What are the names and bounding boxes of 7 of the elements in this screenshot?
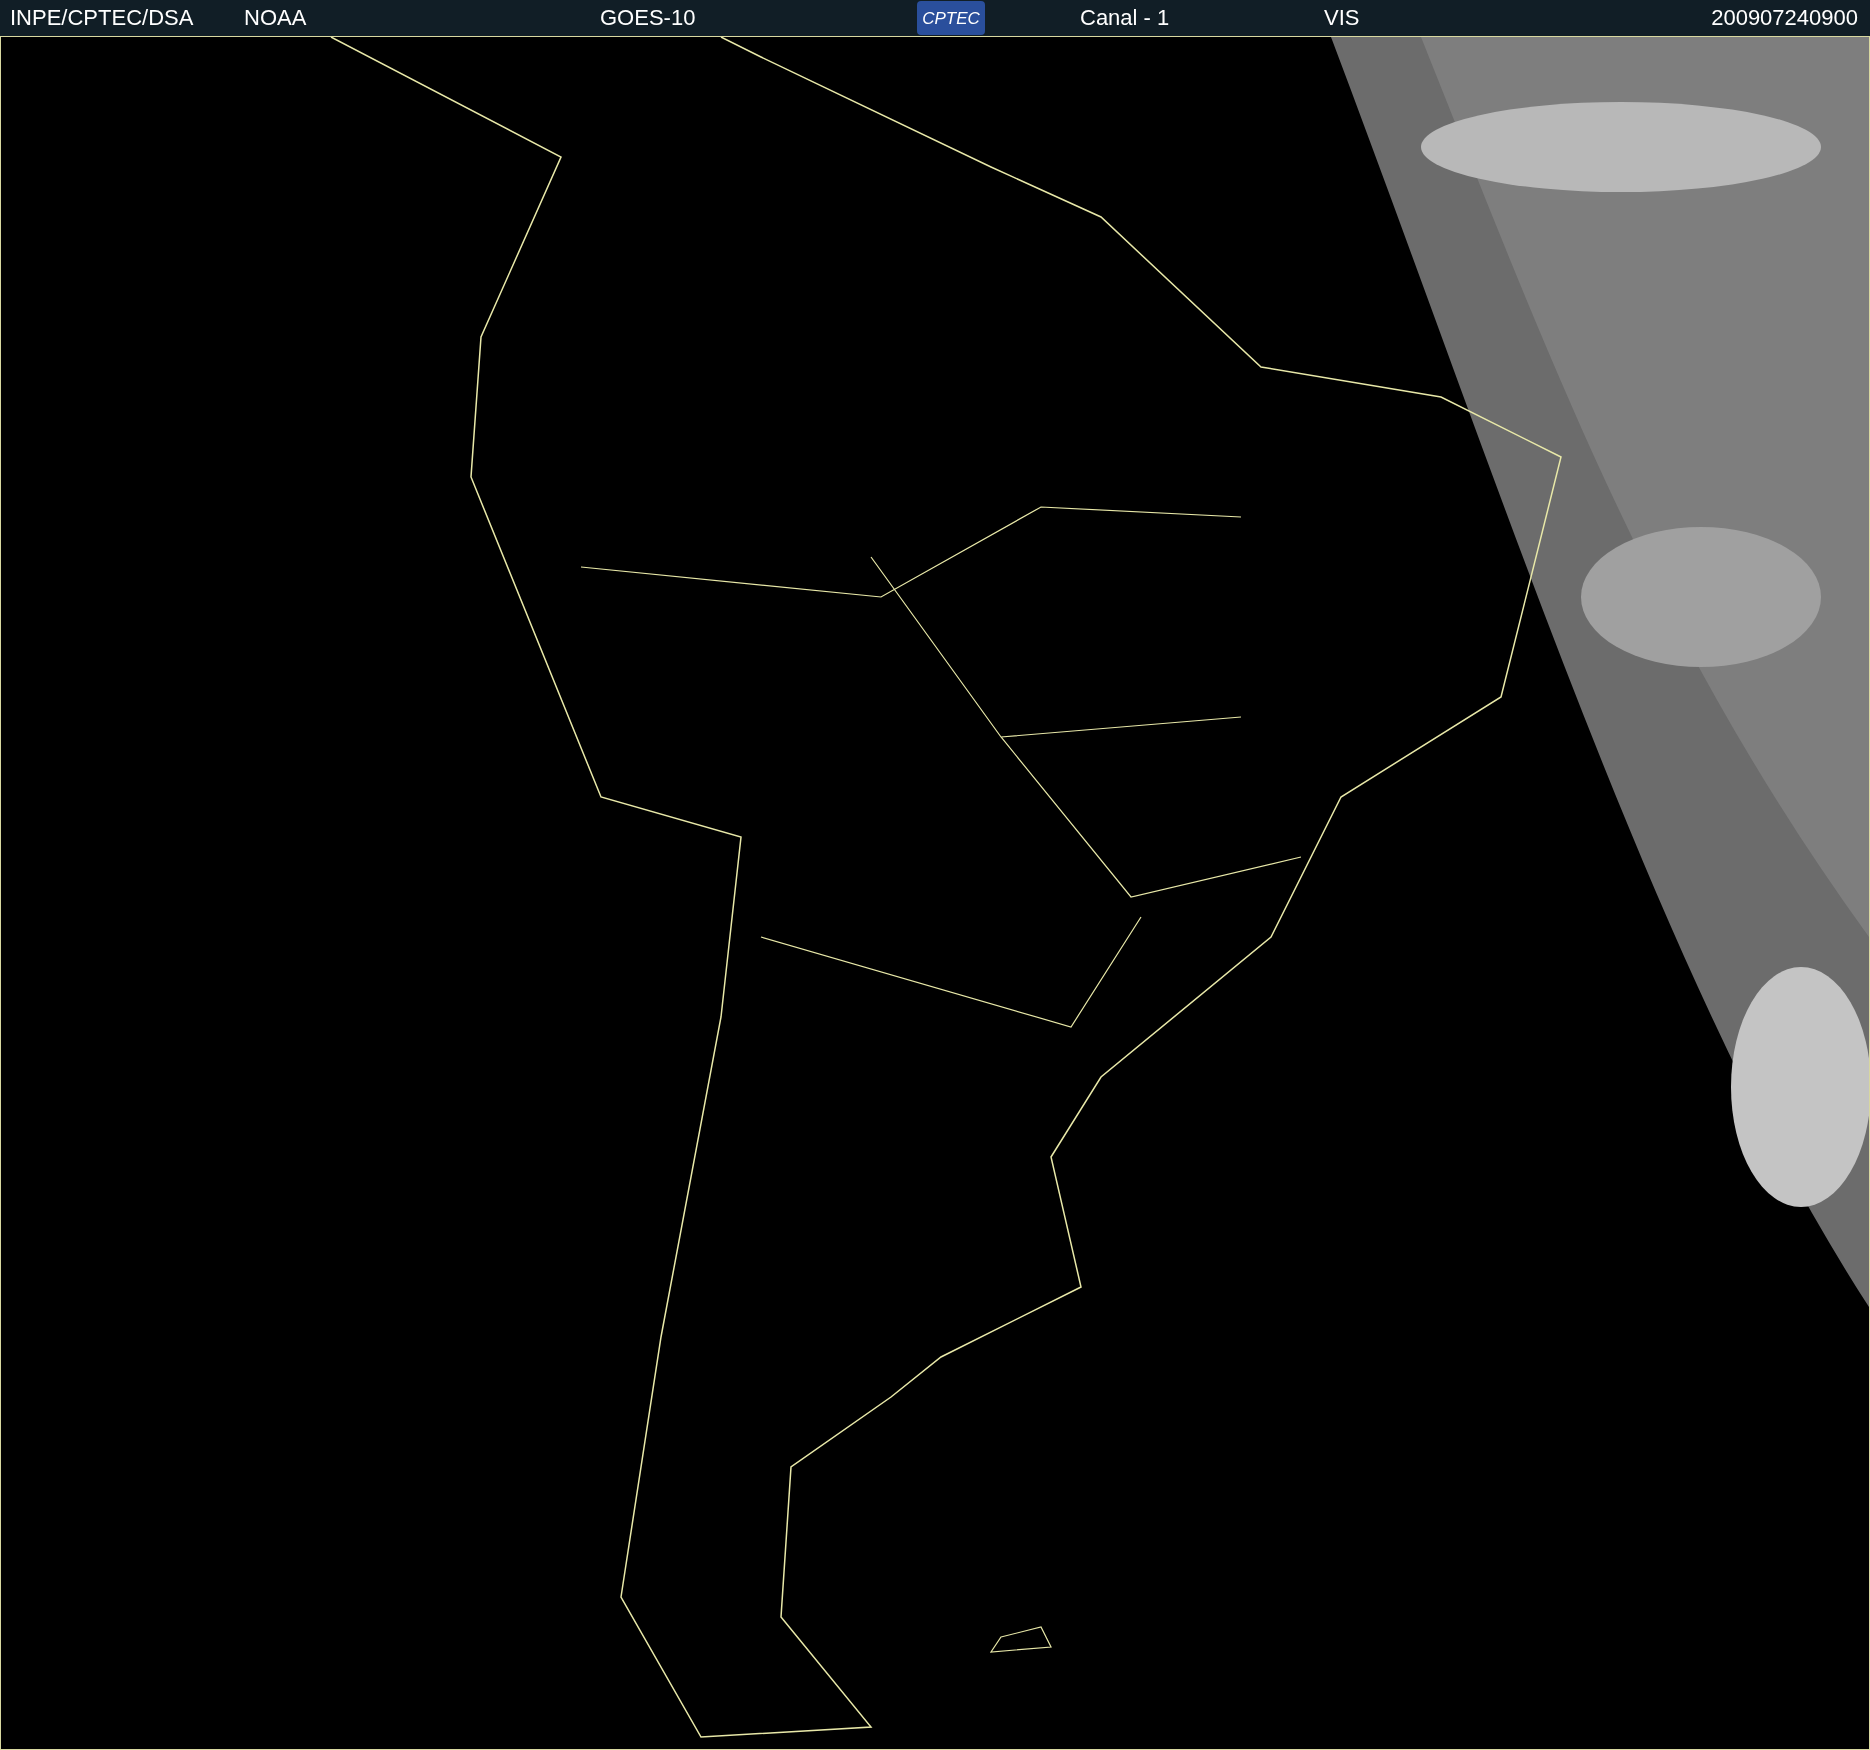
header-label: NOAA bbox=[244, 7, 307, 29]
timestamp: 200907240900 bbox=[1711, 7, 1858, 29]
logo: CPTEC bbox=[917, 1, 985, 35]
header-label: VIS bbox=[1324, 7, 1360, 29]
header-label: GOES-10 bbox=[600, 7, 696, 29]
header-label: Canal - 1 bbox=[1080, 7, 1170, 29]
header-label: INPE/CPTEC/DSA bbox=[10, 7, 194, 29]
